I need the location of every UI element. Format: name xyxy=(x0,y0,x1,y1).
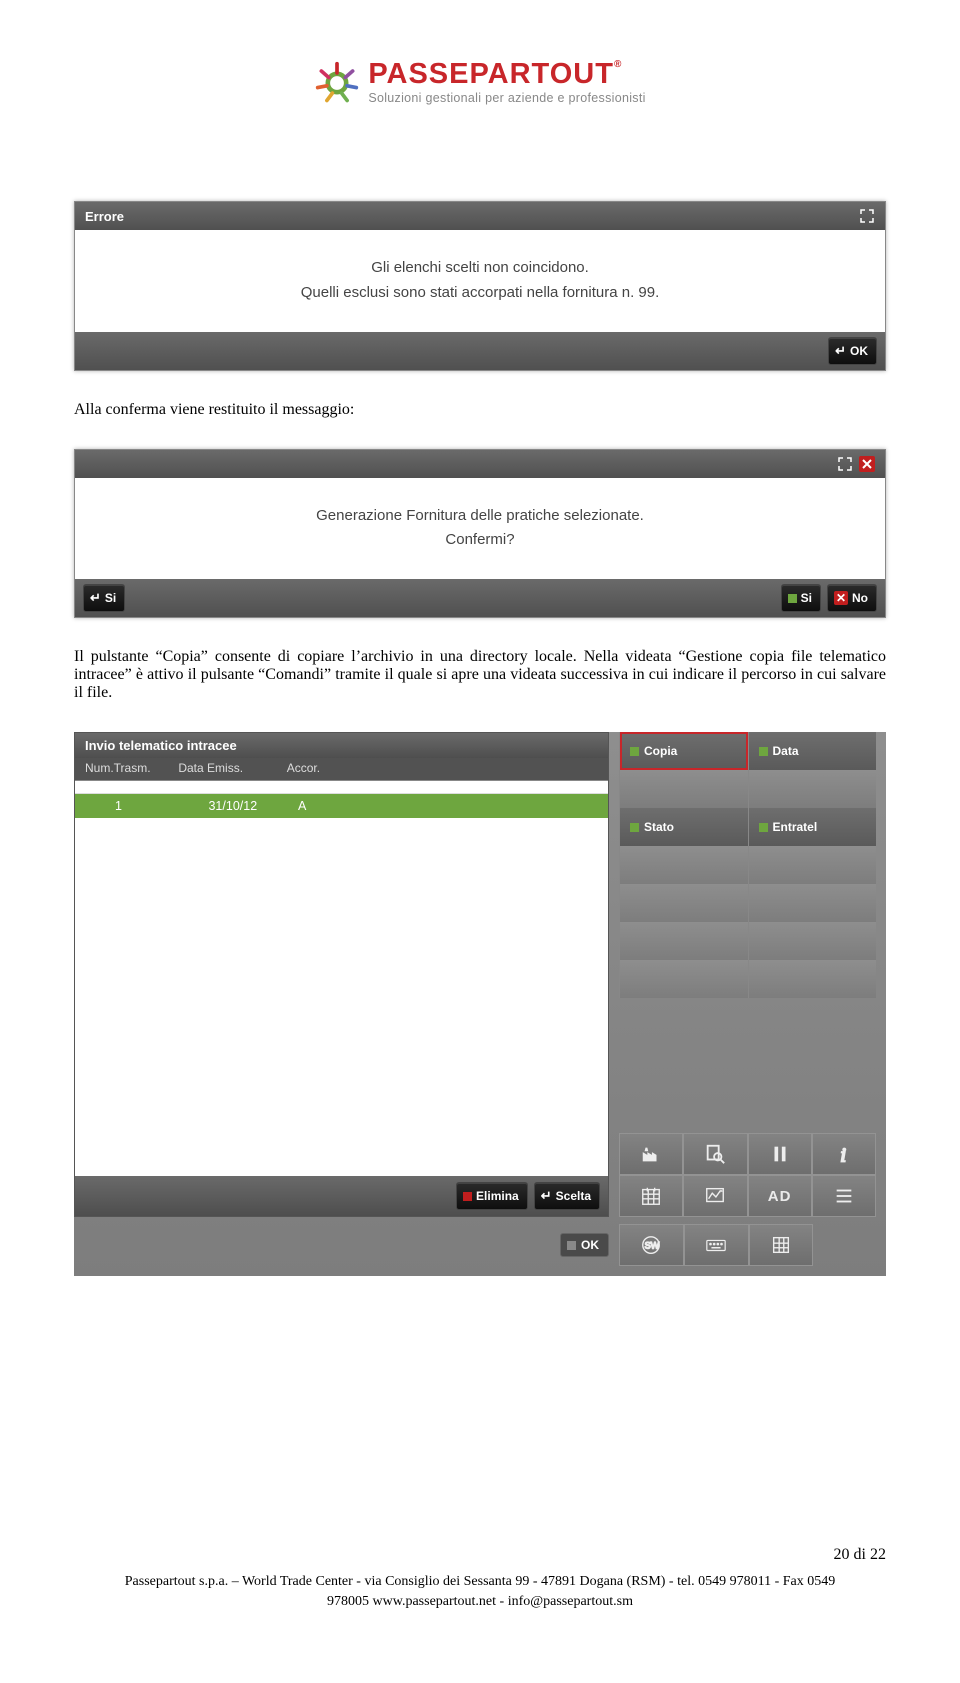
col-accor: Accor. xyxy=(287,761,357,775)
svg-text:SW: SW xyxy=(645,1241,660,1251)
cell-accor: A xyxy=(298,799,368,813)
footer: Passepartout s.p.a. – World Trade Center… xyxy=(74,1572,886,1613)
data-button[interactable]: Data xyxy=(748,732,877,770)
expand-icon[interactable] xyxy=(837,456,853,472)
data-row[interactable]: 1 31/10/12 A xyxy=(75,794,608,818)
app-window: Invio telematico intracee Num.Trasm. Dat… xyxy=(74,732,886,1276)
svg-text:i: i xyxy=(840,1144,846,1165)
footer-line1: Passepartout s.p.a. – World Trade Center… xyxy=(74,1572,886,1592)
paragraph-1: Alla conferma viene restituito il messag… xyxy=(74,401,886,419)
enter-icon: ↵ xyxy=(835,343,846,359)
cell-date: 31/10/12 xyxy=(208,799,294,813)
confirm-si-left-button[interactable]: ↵ Si xyxy=(83,584,125,612)
close-icon[interactable] xyxy=(859,456,875,472)
ad-button[interactable]: AD xyxy=(748,1175,812,1217)
factory-icon[interactable] xyxy=(619,1133,683,1175)
chart-icon[interactable] xyxy=(683,1175,747,1217)
col-date: Data Emiss. xyxy=(178,761,283,775)
page-number: 20 di 22 xyxy=(74,1546,886,1564)
column-headers: Num.Trasm. Data Emiss. Accor. xyxy=(75,758,608,781)
stato-button[interactable]: Stato xyxy=(619,808,748,846)
keyboard-icon[interactable] xyxy=(684,1224,749,1266)
elimina-button[interactable]: Elimina xyxy=(456,1182,528,1210)
footer-line2: 978005 www.passepartout.net - info@passe… xyxy=(74,1592,886,1612)
copia-button[interactable]: Copia xyxy=(619,732,748,770)
grid-icon[interactable] xyxy=(749,1224,814,1266)
list-icon[interactable] xyxy=(812,1175,876,1217)
brand-name: PASSEPARTOUT® xyxy=(368,60,645,89)
square-icon xyxy=(567,1241,576,1250)
page-header: PASSEPARTOUT® Soluzioni gestionali per a… xyxy=(74,60,886,111)
enter-icon: ↵ xyxy=(541,1188,552,1204)
cell-num: 1 xyxy=(85,799,205,813)
paragraph-2: Il pulstante “Copia” consente di copiare… xyxy=(74,648,886,702)
scelta-button[interactable]: ↵ Scelta xyxy=(534,1182,600,1210)
error-line2: Quelli esclusi sono stati accorpati nell… xyxy=(85,281,875,306)
sw-icon[interactable]: SW xyxy=(619,1224,684,1266)
info-icon[interactable]: i xyxy=(812,1133,876,1175)
confirm-line2: Confermi? xyxy=(85,528,875,553)
confirm-no-button[interactable]: ✕ No xyxy=(827,584,877,612)
confirm-si-button[interactable]: Si xyxy=(781,584,821,612)
error-dialog-title: Errore xyxy=(85,209,124,224)
pause-icon[interactable] xyxy=(748,1133,812,1175)
enter-icon: ↵ xyxy=(90,590,101,606)
expand-icon[interactable] xyxy=(859,208,875,224)
square-icon xyxy=(463,1192,472,1201)
col-num: Num.Trasm. xyxy=(85,761,175,775)
bottom-ok-button[interactable]: OK xyxy=(560,1233,609,1257)
brand-logo-icon xyxy=(314,60,360,106)
error-ok-button[interactable]: ↵ OK xyxy=(828,337,877,365)
confirm-line1: Generazione Fornitura delle pratiche sel… xyxy=(85,504,875,529)
x-icon: ✕ xyxy=(834,591,848,605)
entratel-button[interactable]: Entratel xyxy=(748,808,877,846)
search-icon[interactable] xyxy=(683,1133,747,1175)
panel-title: Invio telematico intracee xyxy=(75,733,608,758)
calendar-icon[interactable] xyxy=(619,1175,683,1217)
brand-tagline: Soluzioni gestionali per aziende e profe… xyxy=(368,91,645,105)
error-dialog: Errore Gli elenchi scelti non coincidono… xyxy=(74,201,886,371)
square-icon xyxy=(788,594,797,603)
confirm-dialog: Generazione Fornitura delle pratiche sel… xyxy=(74,449,886,619)
error-line1: Gli elenchi scelti non coincidono. xyxy=(85,256,875,281)
